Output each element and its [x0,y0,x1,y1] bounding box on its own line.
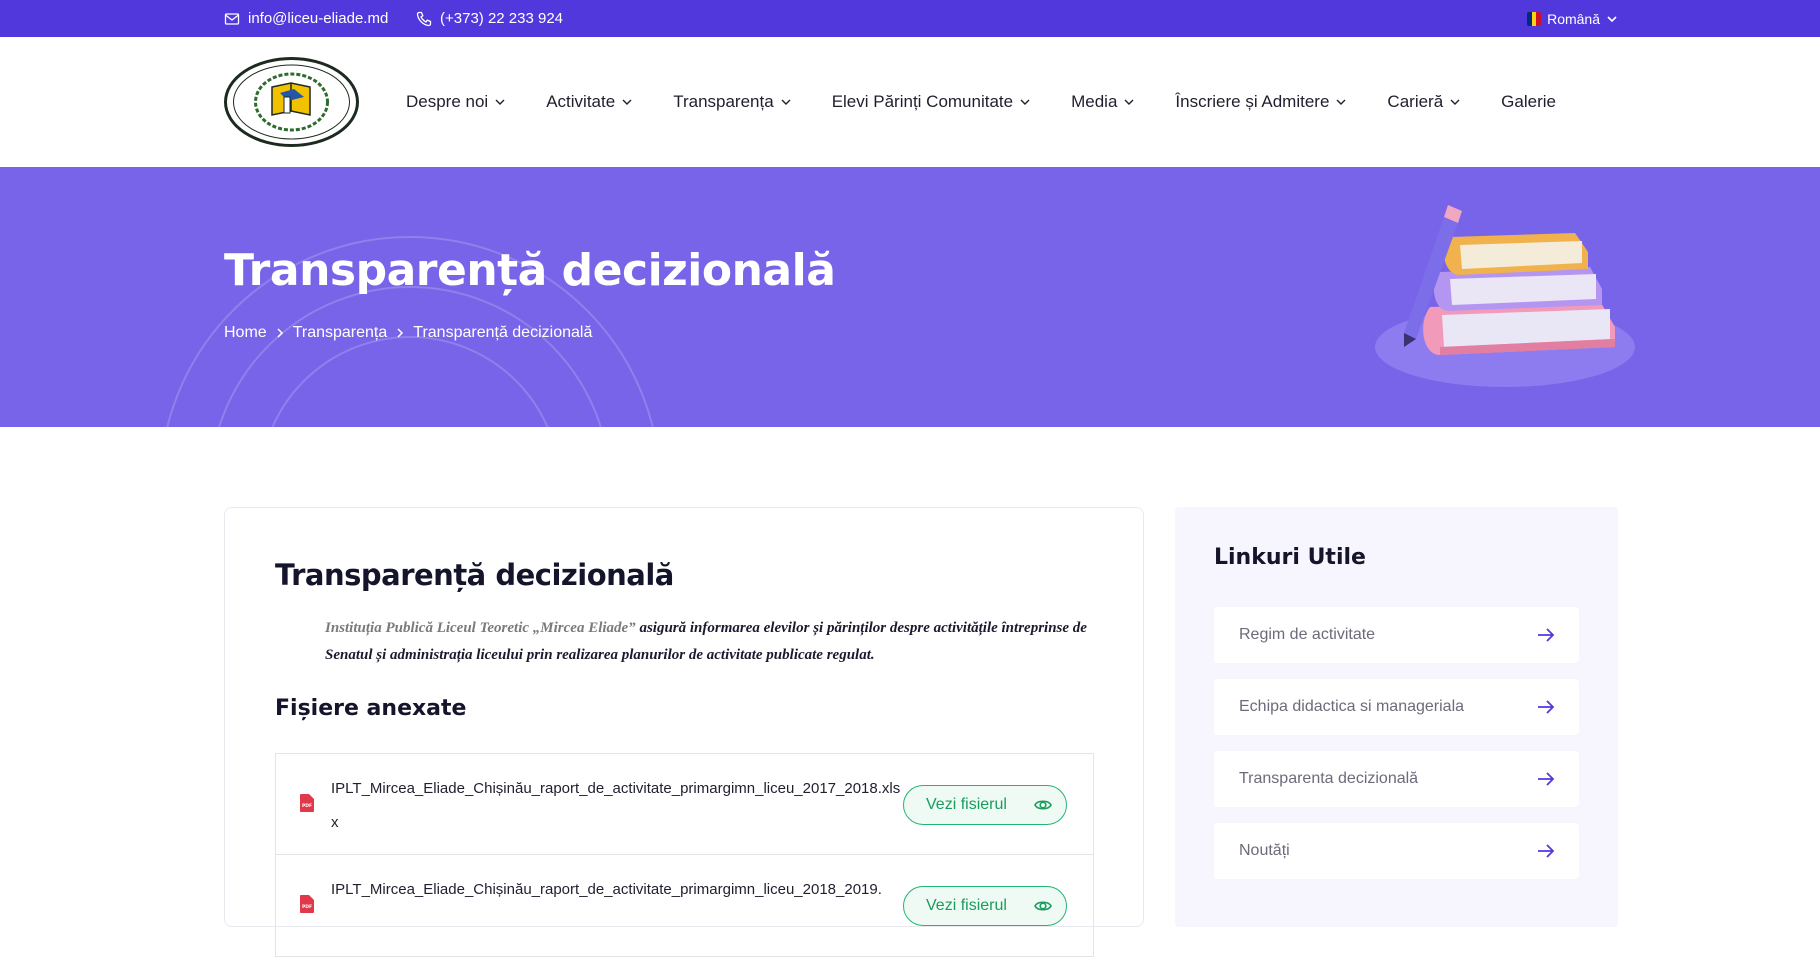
school-logo[interactable] [224,57,359,147]
view-file-label: Vezi fisierul [926,796,1007,813]
nav-transparenta[interactable]: Transparența [673,92,791,112]
breadcrumb-home[interactable]: Home [224,324,267,342]
main-nav: Despre noi Activitate Transparența Elevi… [406,37,1596,167]
view-file-button[interactable]: Vezi fisierul [903,886,1067,926]
chevron-down-icon [1607,15,1617,22]
useful-links-sidebar: Linkuri Utile Regim de activitate Echipa… [1175,507,1618,927]
sidebar-link-label: Regim de activitate [1239,626,1376,643]
file-name: IPLT_Mircea_Eliade_Chișinău_raport_de_ac… [331,881,882,898]
arrow-right-icon [1538,628,1555,642]
site-header: Despre noi Activitate Transparența Elevi… [0,37,1820,167]
chevron-down-icon [1336,99,1346,105]
nav-activitate[interactable]: Activitate [546,92,633,112]
view-file-button[interactable]: Vezi fisierul [903,785,1067,825]
nav-label: Despre noi [406,92,489,111]
page-hero: Transparență decizională Home Transparen… [0,167,1820,427]
sidebar-title: Linkuri Utile [1214,545,1366,570]
file-row: PDF IPLT_Mircea_Eliade_Chișinău_raport_d… [276,754,1093,855]
content-title: Transparență decizională [275,558,674,592]
sidebar-link-transparenta[interactable]: Transparenta decizională [1214,751,1579,807]
mail-icon [224,12,240,25]
language-selector[interactable]: Română [1527,0,1618,37]
chevron-down-icon [495,99,505,105]
chevron-down-icon [781,99,791,105]
view-file-label: Vezi fisierul [926,897,1007,914]
nav-label: Galerie [1501,92,1556,111]
chevron-down-icon [1450,99,1460,105]
content-card: Transparență decizională Instituția Publ… [224,507,1144,957]
nav-label: Carieră [1387,92,1444,111]
sidebar-link-label: Echipa didactica si manageriala [1239,698,1465,715]
phone-icon [416,11,432,26]
arrow-right-icon [1538,700,1555,714]
nav-label: Înscriere și Admitere [1175,92,1330,111]
sidebar-link-label: Noutăți [1239,842,1290,859]
chevron-down-icon [622,99,632,105]
nav-label: Activitate [546,92,616,111]
chevron-right-icon [277,328,283,338]
chevron-down-icon [1124,99,1134,105]
nav-label: Media [1071,92,1118,111]
breadcrumb-transparenta[interactable]: Transparența [293,324,388,342]
pdf-file-icon: PDF [300,895,314,913]
email-text: info@liceu-eliade.md [248,10,389,27]
language-label: Română [1547,10,1600,27]
file-name: IPLT_Mircea_Eliade_Chișinău_raport_de_ac… [331,780,901,831]
nav-despre-noi[interactable]: Despre noi [406,92,506,112]
nav-media[interactable]: Media [1071,92,1135,112]
sidebar-link-regim[interactable]: Regim de activitate [1214,607,1579,663]
breadcrumb: Home Transparența Transparență deciziona… [224,324,592,342]
nav-inscriere-admitere[interactable]: Înscriere și Admitere [1175,92,1347,112]
files-heading: Fișiere anexate [275,696,467,721]
hero-title: Transparență decizională [224,245,836,296]
nav-cariera[interactable]: Carieră [1387,92,1461,112]
chevron-down-icon [1020,99,1030,105]
eye-icon [1034,901,1052,911]
top-bar: info@liceu-eliade.md (+373) 22 233 924 R… [0,0,1820,37]
intro-text: Instituția Publică Liceul Teoretic „Mirc… [325,615,1095,669]
phone-link[interactable]: (+373) 22 233 924 [416,0,563,37]
file-row: PDF IPLT_Mircea_Eliade_Chișinău_raport_d… [276,855,1093,956]
nav-label: Elevi Părinți Comunitate [831,92,1014,111]
nav-galerie[interactable]: Galerie [1501,92,1556,112]
nav-elevi-parinti-comunitate[interactable]: Elevi Părinți Comunitate [832,92,1031,112]
books-illustration-icon [1375,205,1635,387]
email-link[interactable]: info@liceu-eliade.md [224,0,388,37]
eye-icon [1034,800,1052,810]
sidebar-link-label: Transparenta decizională [1239,770,1419,787]
nav-label: Transparența [673,92,774,111]
arrow-right-icon [1538,772,1555,786]
sidebar-link-noutati[interactable]: Noutăți [1214,823,1579,879]
phone-text: (+373) 22 233 924 [440,10,564,27]
flag-icon [1527,11,1542,26]
pdf-file-icon: PDF [300,794,314,812]
attached-files-list: PDF IPLT_Mircea_Eliade_Chișinău_raport_d… [275,753,1094,957]
svg-text:PDF: PDF [302,803,312,809]
intro-lead: Instituția Publică Liceul Teoretic „Mirc… [325,620,636,636]
sidebar-link-echipa[interactable]: Echipa didactica si manageriala [1214,679,1579,735]
chevron-right-icon [397,328,404,338]
arrow-right-icon [1538,844,1555,858]
breadcrumb-current: Transparență decizională [413,324,593,341]
